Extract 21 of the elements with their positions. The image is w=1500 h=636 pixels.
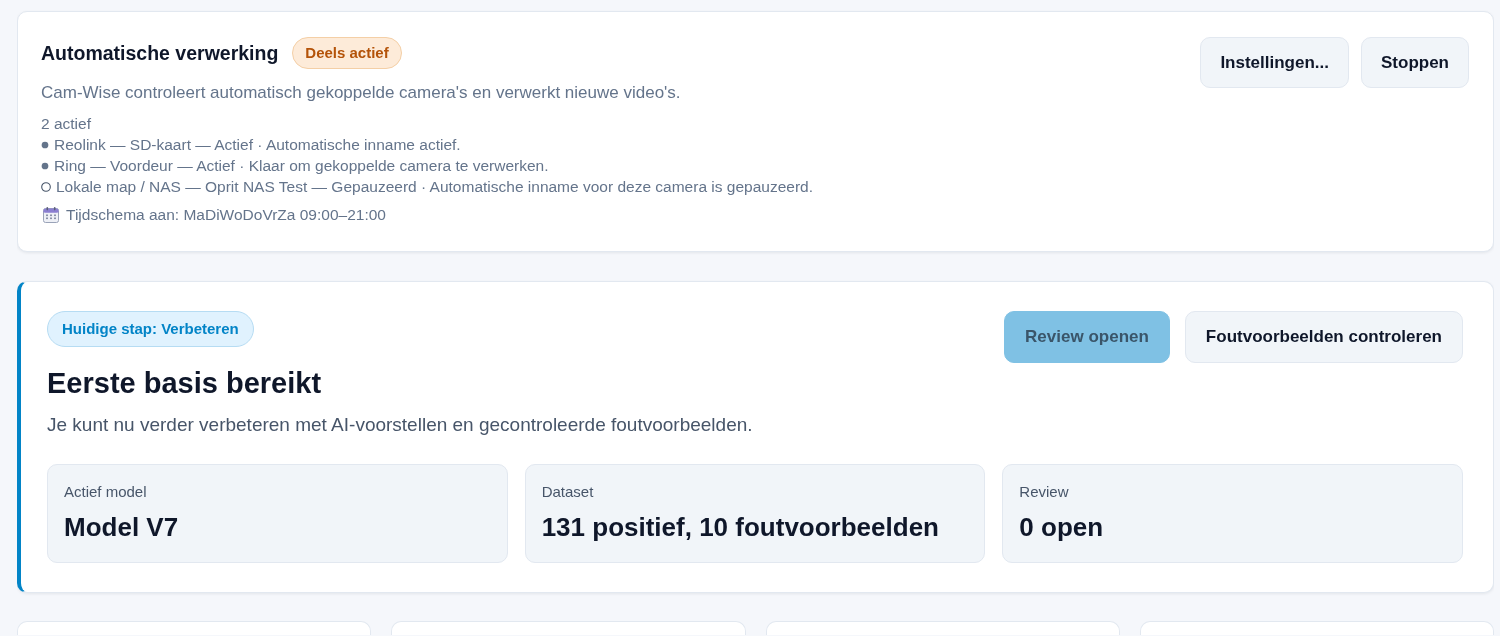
stat-value: 0 open: [1019, 512, 1105, 543]
progress-heading: Eerste basis bereikt: [47, 366, 322, 401]
step-badge: Huidige stap: Verbeteren: [47, 311, 254, 347]
active-count-text: 2 actief: [41, 114, 92, 134]
stat-label: Review: [1019, 482, 1070, 502]
section-title: Automatische verwerking: [41, 41, 279, 65]
camera-status-text: Reolink — SD-kaart — Actief · Automatische inname actief.: [54, 135, 461, 155]
stat-value: 131 positief, 10 foutvoorbeelden: [541, 512, 940, 543]
camera-status-text: Ring — Voordeur — Actief · Klaar om gekoppelde camera te verwerken.: [54, 156, 549, 176]
description-text: Cam-Wise controleert automatisch gekoppelde camera's en verwerkt nieuwe video's.: [41, 82, 682, 104]
stat-label: Dataset: [541, 482, 595, 502]
action-button[interactable]: Foutvoorbeelden controleren: [1184, 311, 1463, 363]
stat-value: Model V7: [64, 512, 180, 543]
schedule-text: Tijdschema aan: MaDiWoDoVrZa 09:00–21:00: [66, 205, 386, 225]
action-button[interactable]: Instellingen...: [1200, 37, 1349, 88]
action-button[interactable]: Stoppen: [1361, 37, 1469, 88]
stat-label: Actief model: [64, 482, 148, 502]
calendar-icon: [43, 206, 59, 223]
progress-description: Je kunt nu verder verbeteren met AI-voorstellen en gecontroleerde foutvoorbeelden.: [47, 413, 753, 437]
camera-status-text: Lokale map / NAS — Oprit NAS Test — Gepauzeerd · Automatische inname voor deze camera is gepauzeerd.: [56, 177, 813, 197]
status-badge: Deels actief: [292, 37, 402, 69]
